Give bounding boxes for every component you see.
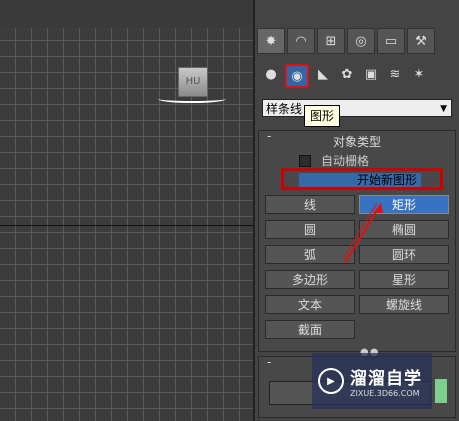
tab-motion-icon[interactable]: ◎ bbox=[347, 28, 375, 54]
watermark-title: 溜溜自学 bbox=[350, 369, 422, 389]
object-color-swatch[interactable] bbox=[435, 379, 447, 403]
tab-display-icon[interactable]: ▭ bbox=[377, 28, 405, 54]
create-category-row: ● ◉ ◣ ✿ ▣ ≋ ✶ bbox=[261, 64, 429, 88]
tab-create-icon[interactable]: ✸ bbox=[257, 28, 285, 54]
auto-grid-row[interactable]: 自动栅格 bbox=[299, 152, 369, 169]
tooltip: 图形 bbox=[304, 105, 341, 127]
helpers-icon[interactable]: ▣ bbox=[361, 64, 381, 84]
star-button[interactable]: 星形 bbox=[359, 270, 449, 289]
scene-object-cube[interactable]: HU bbox=[178, 67, 208, 97]
watermark: ▶ 溜溜自学 ZIXUE.3D66.COM bbox=[312, 353, 432, 409]
command-panel-tabs: ✸ ◠ ⊞ ◎ ▭ ⚒ bbox=[255, 28, 459, 56]
ngon-button[interactable]: 多边形 bbox=[265, 270, 355, 289]
start-new-shape-button[interactable]: 开始新图形 bbox=[299, 173, 421, 187]
geometry-icon[interactable]: ● bbox=[261, 64, 281, 84]
perspective-viewport[interactable]: HU bbox=[0, 0, 255, 421]
chevron-down-icon[interactable]: ▼ bbox=[440, 100, 447, 118]
collapse-icon[interactable]: - bbox=[267, 355, 271, 369]
shape-type-dropdown[interactable]: 样条线 ▼ bbox=[262, 99, 452, 117]
viewport-header bbox=[0, 0, 253, 28]
section-button[interactable]: 截面 bbox=[265, 320, 355, 339]
tab-modify-icon[interactable]: ◠ bbox=[287, 28, 315, 54]
helix-button[interactable]: 螺旋线 bbox=[359, 295, 449, 314]
lights-icon[interactable]: ◣ bbox=[313, 64, 333, 84]
annotation-arrow-icon bbox=[342, 202, 383, 264]
watermark-url: ZIXUE.3D66.COM bbox=[350, 389, 420, 398]
rollout-title: 对象类型 bbox=[332, 135, 381, 149]
cameras-icon[interactable]: ✿ bbox=[337, 64, 357, 84]
watermark-logo-icon: ▶ bbox=[318, 368, 344, 394]
grid-axis-line bbox=[0, 225, 253, 226]
systems-icon[interactable]: ✶ bbox=[409, 64, 429, 84]
scene-object-base-icon bbox=[158, 95, 226, 103]
tab-utilities-icon[interactable]: ⚒ bbox=[407, 28, 435, 54]
object-type-rollout: - 对象类型 自动栅格 ✓ 开始新图形 线 矩形 圆 椭圆 弧 圆环 多边形 星… bbox=[258, 129, 456, 352]
tab-hierarchy-icon[interactable]: ⊞ bbox=[317, 28, 345, 54]
spacewarps-icon[interactable]: ≋ bbox=[385, 64, 405, 84]
rollout-header[interactable]: - 对象类型 bbox=[259, 129, 455, 149]
text-button[interactable]: 文本 bbox=[265, 295, 355, 314]
shapes-icon[interactable]: ◉ bbox=[285, 64, 309, 88]
dropdown-value: 样条线 bbox=[266, 102, 303, 116]
auto-grid-checkbox[interactable] bbox=[299, 154, 311, 167]
auto-grid-label: 自动栅格 bbox=[321, 154, 370, 168]
